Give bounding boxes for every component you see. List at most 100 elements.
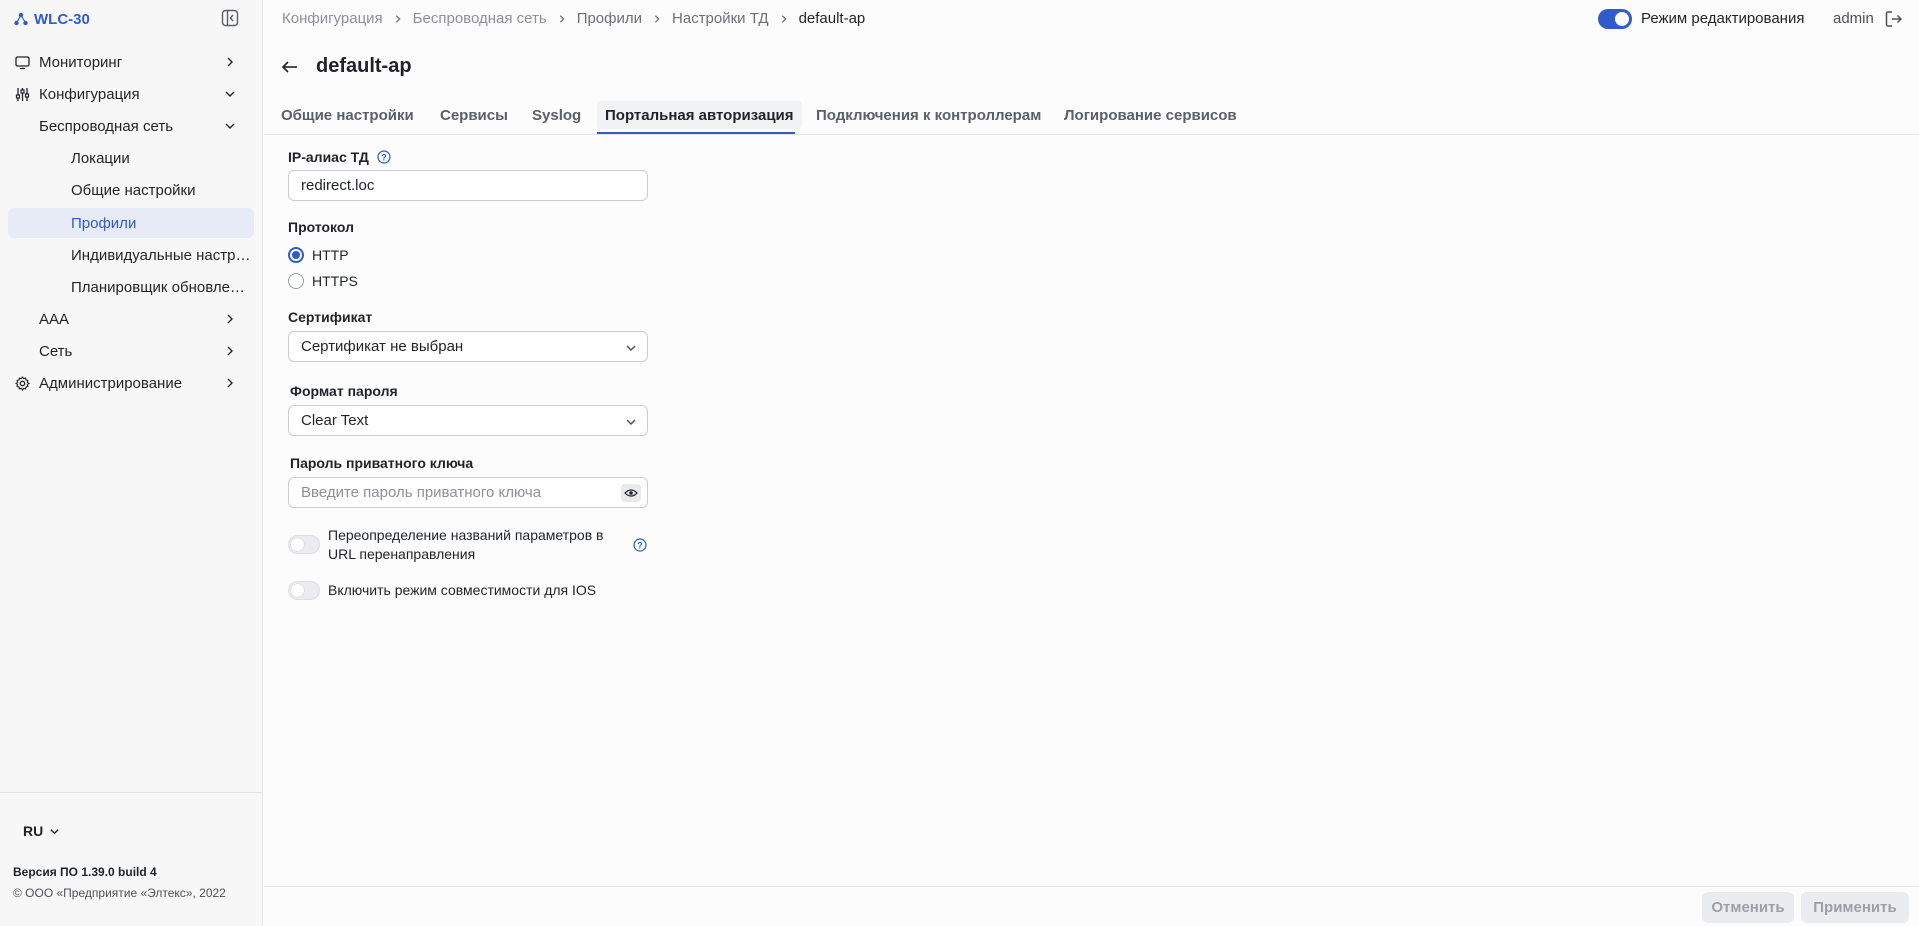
sidebar-item-individual-settings[interactable]: Индивидуальные настройки ТД [8,240,254,270]
chevron-right-icon [227,346,233,356]
protocol-http-radio[interactable] [288,247,304,263]
edit-mode-label: Режим редактирования [1641,10,1805,27]
sidebar-item-configuration[interactable]: Конфигурация [8,79,254,109]
svg-text:?: ? [637,541,643,551]
tab-service-logging[interactable]: Логирование сервисов [1064,101,1237,129]
sidebar-item-network[interactable]: Сеть [8,336,254,366]
breadcrumb-item[interactable]: Настройки ТД [672,10,769,27]
sidebar-item-label: Планировщик обновлений [71,278,251,296]
chevron-down-icon [50,828,59,834]
collapse-sidebar-icon[interactable] [221,9,239,27]
private-key-password-placeholder: Введите пароль приватного ключа [301,484,542,501]
tab-bar: Общие настройки Сервисы Syslog Портальна… [264,95,1919,135]
protocol-https-label: HTTPS [312,273,358,289]
breadcrumb-item[interactable]: Профили [577,10,642,27]
ios-compat-switch[interactable] [288,581,320,600]
breadcrumb-item[interactable]: Беспроводная сеть [413,10,547,27]
sidebar-item-label: Индивидуальные настройки ТД [71,246,251,264]
page-title: default-ap [316,55,412,77]
sidebar-item-administration[interactable]: Администрирование [8,368,254,398]
tab-general-settings[interactable]: Общие настройки [281,101,414,129]
password-format-select-value: Clear Text [301,412,369,429]
sidebar-item-label: Общие настройки [71,181,196,199]
gear-icon [15,376,30,391]
copyright: © ООО «Предприятие «Элтекс», 2022 [13,886,226,900]
sidebar-item-wireless[interactable]: Беспроводная сеть [8,111,254,141]
sidebar-item-general-settings[interactable]: Общие настройки [8,175,254,205]
chevron-right-icon [779,14,789,24]
sidebar-item-label: Конфигурация [39,85,140,103]
top-header: Конфигурация Беспроводная сеть Профили Н… [264,0,1919,38]
config-sliders-icon [15,88,30,101]
tab-services[interactable]: Сервисы [440,101,508,129]
chevron-right-icon [557,14,567,24]
back-arrow-icon[interactable] [280,57,300,77]
ip-alias-label: IP-алиас ТД [288,149,369,165]
monitor-icon [15,56,30,70]
app-name: WLC-30 [34,10,90,28]
tab-syslog[interactable]: Syslog [532,101,581,129]
ios-compat-label: Включить режим совместимости для IOS [328,582,597,598]
protocol-label: Протокол [288,219,354,235]
sidebar-item-label: Мониторинг [39,53,123,71]
chevron-down-icon [225,123,235,129]
language-label: RU [23,823,44,839]
chevron-right-icon [393,14,403,24]
sidebar-item-label: AAA [39,310,70,328]
help-icon[interactable]: ? [377,150,391,164]
override-params-label-line1: Переопределение названий параметров в [328,527,604,543]
sidebar-divider [0,792,263,793]
breadcrumb-item[interactable]: Конфигурация [282,10,383,27]
override-params-switch[interactable] [288,535,320,554]
footer-actions: Отменить Применить [264,886,1919,926]
sidebar-item-label: Сеть [39,342,73,360]
protocol-http-label: HTTP [312,247,349,263]
breadcrumb: Конфигурация Беспроводная сеть Профили Н… [282,10,865,27]
certificate-select-value: Сертификат не выбран [301,338,464,355]
sidebar-item-aaa[interactable]: AAA [8,304,254,334]
sidebar: WLC-30 Мониторинг Конфигурация Беспровод… [0,0,263,926]
tab-portal-authorization[interactable]: Портальная авторизация [597,101,802,129]
active-tab-indicator [597,132,795,134]
sidebar-item-label: Локации [71,149,130,167]
sidebar-item-label: Администрирование [39,374,183,392]
certificate-select[interactable]: Сертификат не выбран [288,331,648,362]
help-icon[interactable]: ? [633,538,647,552]
certificate-label: Сертификат [288,309,373,325]
chevron-down-icon [225,91,235,97]
chevron-right-icon [652,14,662,24]
chevron-right-icon [227,57,233,67]
chevron-down-icon [626,419,636,425]
tab-controller-connections[interactable]: Подключения к контроллерам [816,101,1041,129]
cancel-button[interactable]: Отменить [1702,892,1794,923]
sidebar-item-label: Профили [71,214,137,232]
apply-button[interactable]: Применить [1801,892,1909,923]
software-version: Версия ПО 1.39.0 build 4 [13,865,157,879]
brand[interactable]: WLC-30 [14,9,90,29]
edit-mode-toggle[interactable] [1598,9,1632,29]
private-key-password-input[interactable]: Введите пароль приватного ключа [288,477,648,508]
eye-icon [624,489,638,497]
override-params-label: Переопределение названий параметров в UR… [328,526,603,564]
password-format-label: Формат пароля [290,383,398,399]
logout-icon[interactable] [1884,9,1904,29]
sidebar-item-update-scheduler[interactable]: Планировщик обновлений [8,272,254,302]
sidebar-item-locations[interactable]: Локации [8,143,254,173]
private-key-password-label: Пароль приватного ключа [290,455,474,471]
password-format-select[interactable]: Clear Text [288,405,648,436]
chevron-right-icon [227,378,233,388]
svg-text:?: ? [381,153,387,163]
network-logo-icon [14,12,28,26]
chevron-down-icon [626,345,636,351]
chevron-right-icon [227,314,233,324]
sidebar-item-profiles[interactable]: Профили [8,208,254,238]
breadcrumb-current: default-ap [798,10,866,27]
override-params-label-line2: URL перенаправления [328,546,476,562]
protocol-https-radio[interactable] [288,273,304,289]
show-password-button[interactable] [621,484,641,502]
user-name[interactable]: admin [1833,10,1874,27]
language-selector[interactable]: RU [23,823,60,839]
ip-alias-input[interactable]: redirect.loc [288,170,648,201]
sidebar-item-label: Беспроводная сеть [39,117,174,135]
sidebar-item-monitoring[interactable]: Мониторинг [8,47,254,77]
